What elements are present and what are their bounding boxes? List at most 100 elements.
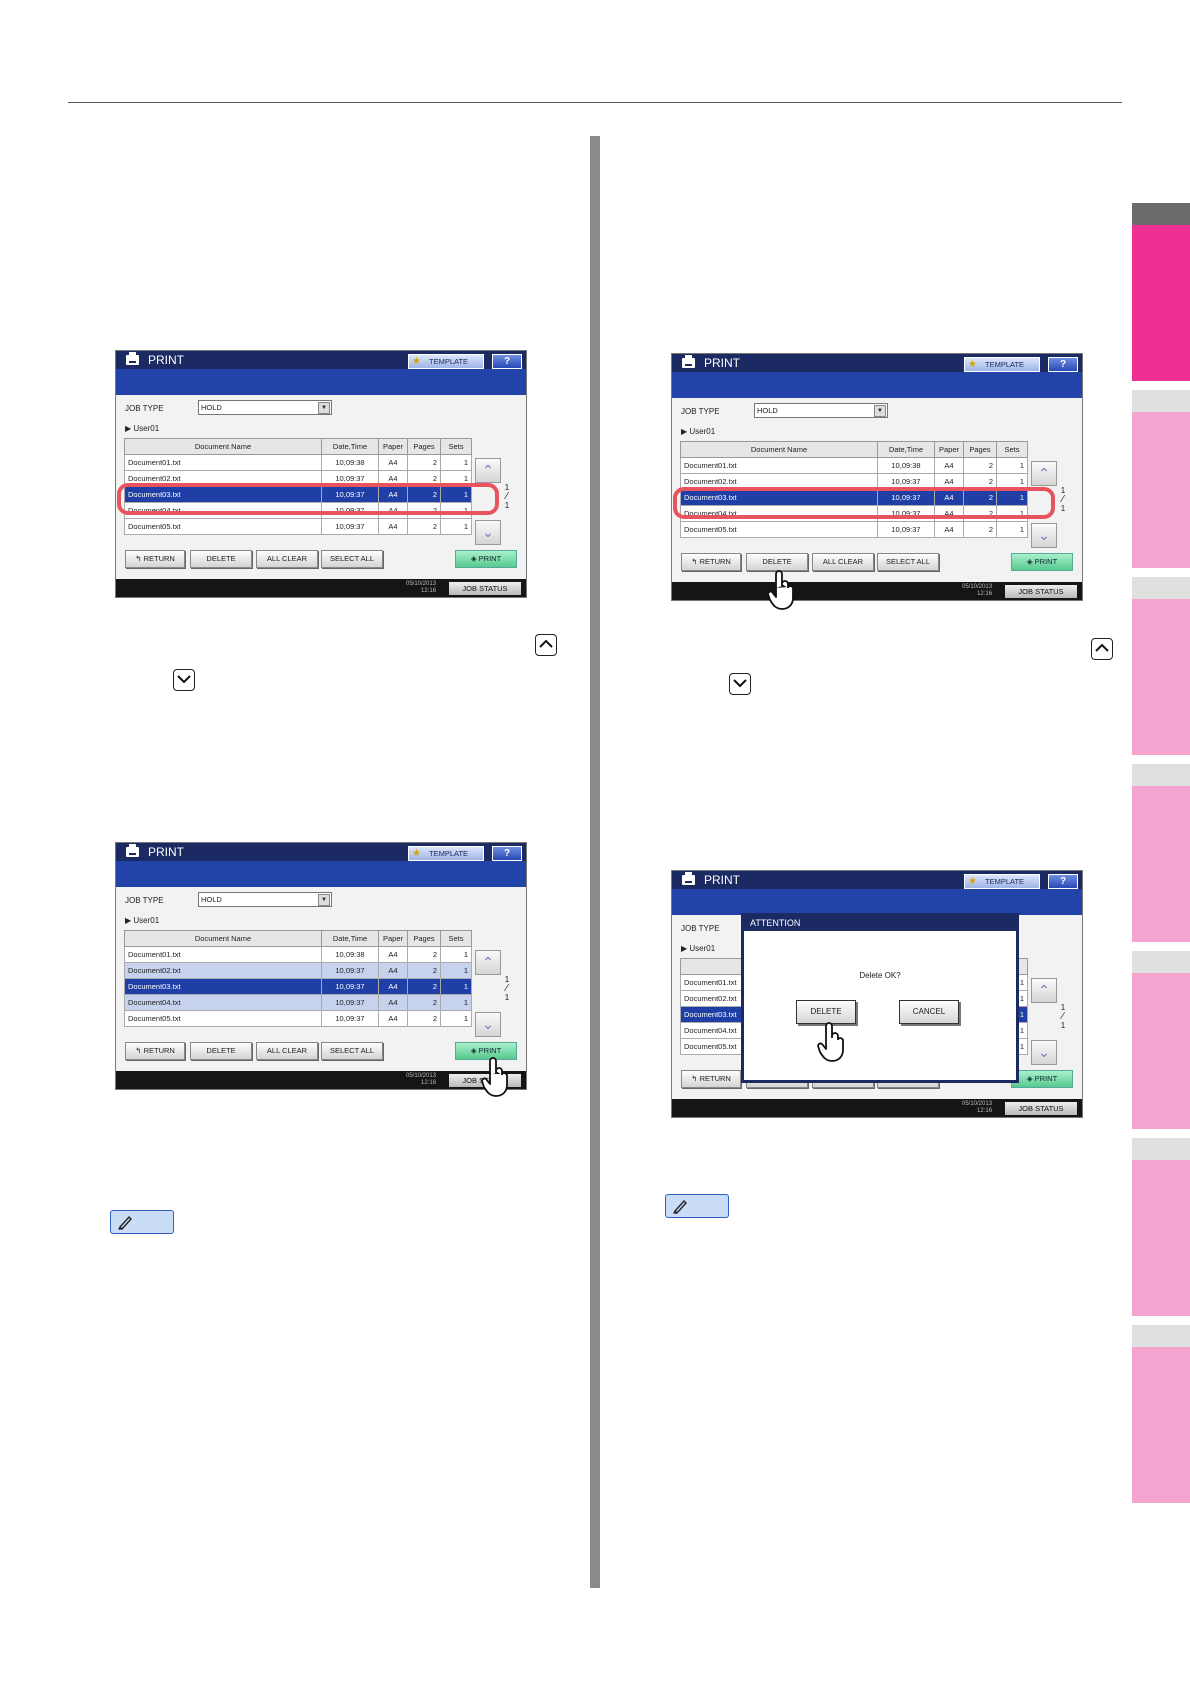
job-type-select[interactable]: HOLD ▼ (198, 400, 332, 415)
job-type-value: HOLD (201, 895, 222, 904)
template-button[interactable]: ★ TEMPLATE (408, 846, 484, 861)
section-tab-4[interactable] (1132, 764, 1190, 942)
template-button[interactable]: ★ TEMPLATE (408, 354, 484, 369)
job-type-select[interactable]: HOLD ▼ (198, 892, 332, 907)
cell-pages: 2 (407, 454, 441, 471)
col-pages: Pages (963, 441, 997, 458)
col-paper: Paper (378, 930, 408, 947)
return-button[interactable]: ↰ RETURN (681, 1070, 741, 1088)
page-top-rule (68, 102, 1122, 103)
page-total: 1 (504, 993, 510, 1002)
job-type-value: HOLD (757, 406, 778, 415)
section-tab-7[interactable] (1132, 1325, 1190, 1503)
cell-date: 10,09:37 (321, 978, 379, 995)
scroll-down-button[interactable]: ⌄ (1031, 523, 1057, 548)
table-row[interactable]: Document02.txt10,09:37A421 (124, 962, 472, 979)
delete-button[interactable]: DELETE (190, 550, 252, 568)
column-divider (590, 136, 600, 1588)
cell-sets: 1 (440, 994, 472, 1011)
scroll-up-button[interactable]: ⌃ (475, 458, 501, 483)
print-button[interactable]: ◈ PRINT (455, 550, 517, 568)
template-button[interactable]: ★ TEMPLATE (964, 357, 1040, 372)
scroll-down-button[interactable]: ⌄ (475, 1012, 501, 1037)
help-button[interactable]: ? (492, 354, 522, 369)
pencil-icon (673, 1199, 687, 1214)
user-node[interactable]: ▶ User01 (681, 944, 715, 953)
cell-date: 10,09:37 (321, 994, 379, 1011)
table-row[interactable]: Document05.txt10,09:37A421 (124, 518, 472, 535)
scroll-up-button[interactable]: ⌃ (1031, 461, 1057, 486)
section-tab-1[interactable] (1132, 203, 1190, 381)
job-type-label: JOB TYPE (681, 407, 720, 416)
dialog-delete-button[interactable]: DELETE (796, 1000, 856, 1024)
job-type-select[interactable]: HOLD ▼ (754, 403, 888, 418)
table-row[interactable]: Document03.txt10,09:37A421 (124, 978, 472, 995)
help-button[interactable]: ? (1048, 357, 1078, 372)
cell-sets: 1 (440, 1010, 472, 1027)
section-tab-6[interactable] (1132, 1138, 1190, 1316)
cell-sets: 1 (440, 978, 472, 995)
table-row[interactable]: Document01.txt10,09:38A421 (680, 457, 1028, 474)
scroll-up-button[interactable]: ⌃ (475, 950, 501, 975)
all-clear-button[interactable]: ALL CLEAR (256, 550, 318, 568)
cell-date: 10,09:37 (321, 1010, 379, 1027)
delete-button[interactable]: DELETE (190, 1042, 252, 1060)
all-clear-button[interactable]: ALL CLEAR (256, 1042, 318, 1060)
section-tab-2[interactable] (1132, 390, 1190, 568)
table-row[interactable]: Document04.txt10,09:37A421 (124, 994, 472, 1011)
return-button[interactable]: ↰ RETURN (681, 553, 741, 571)
cell-pages: 2 (407, 962, 441, 979)
return-button[interactable]: ↰ RETURN (125, 550, 185, 568)
col-document-name: Document Name (124, 438, 322, 455)
job-type-label: JOB TYPE (125, 404, 164, 413)
help-button[interactable]: ? (1048, 874, 1078, 889)
print-button[interactable]: ◈ PRINT (1011, 1070, 1073, 1088)
select-all-button[interactable]: SELECT ALL (321, 550, 383, 568)
table-row[interactable]: Document05.txt10,09:37A421 (680, 521, 1028, 538)
print-label: PRINT (1034, 557, 1058, 566)
cell-sets: 1 (440, 962, 472, 979)
job-table: Document Name Date,Time Paper Pages Sets… (124, 930, 472, 1027)
scroll-down-button[interactable]: ⌄ (1031, 1040, 1057, 1065)
hand-cursor-icon (766, 570, 796, 610)
col-paper: Paper (378, 438, 408, 455)
user-node[interactable]: ▶ User01 (125, 424, 159, 433)
print-screen-print: PRINT ★ TEMPLATE ? JOB TYPE HOLD ▼ ▶ Use… (115, 842, 527, 1090)
job-status-button[interactable]: JOB STATUS (1005, 585, 1077, 598)
cell-date: 10,09:38 (321, 946, 379, 963)
print-label: PRINT (1034, 1074, 1058, 1083)
cell-paper: A4 (378, 962, 408, 979)
job-status-button[interactable]: JOB STATUS (1005, 1102, 1077, 1115)
return-button[interactable]: ↰ RETURN (125, 1042, 185, 1060)
user-node[interactable]: ▶ User01 (681, 427, 715, 436)
user-node[interactable]: ▶ User01 (125, 916, 159, 925)
table-row[interactable]: Document01.txt10,09:38A421 (124, 946, 472, 963)
table-row[interactable]: Document01.txt10,09:38A421 (124, 454, 472, 471)
delete-button[interactable]: DELETE (746, 553, 808, 571)
job-status-button[interactable]: JOB STATUS (449, 582, 521, 595)
help-button[interactable]: ? (492, 846, 522, 861)
table-row[interactable]: Document05.txt10,09:37A421 (124, 1010, 472, 1027)
chevron-down-icon: ▼ (318, 402, 330, 414)
clock-date: 05/10/2013 (962, 584, 993, 590)
scroll-down-button[interactable]: ⌄ (475, 520, 501, 545)
printer-icon (126, 844, 139, 857)
dialog-title-bar: ATTENTION (744, 916, 1016, 931)
template-button[interactable]: ★ TEMPLATE (964, 874, 1040, 889)
chevron-down-icon: ▼ (874, 405, 886, 417)
col-pages: Pages (407, 438, 441, 455)
col-date-time: Date,Time (321, 930, 379, 947)
dialog-cancel-button[interactable]: CANCEL (899, 1000, 959, 1024)
section-tab-3[interactable] (1132, 577, 1190, 755)
select-all-button[interactable]: SELECT ALL (321, 1042, 383, 1060)
all-clear-button[interactable]: ALL CLEAR (812, 553, 874, 571)
job-type-label: JOB TYPE (125, 896, 164, 905)
scroll-up-icon (1091, 638, 1113, 660)
cell-doc: Document04.txt (124, 994, 322, 1011)
select-all-button[interactable]: SELECT ALL (877, 553, 939, 571)
print-button[interactable]: ◈ PRINT (1011, 553, 1073, 571)
template-label: TEMPLATE (429, 849, 469, 858)
cell-pages: 2 (407, 946, 441, 963)
scroll-up-button[interactable]: ⌃ (1031, 978, 1057, 1003)
section-tab-5[interactable] (1132, 951, 1190, 1129)
